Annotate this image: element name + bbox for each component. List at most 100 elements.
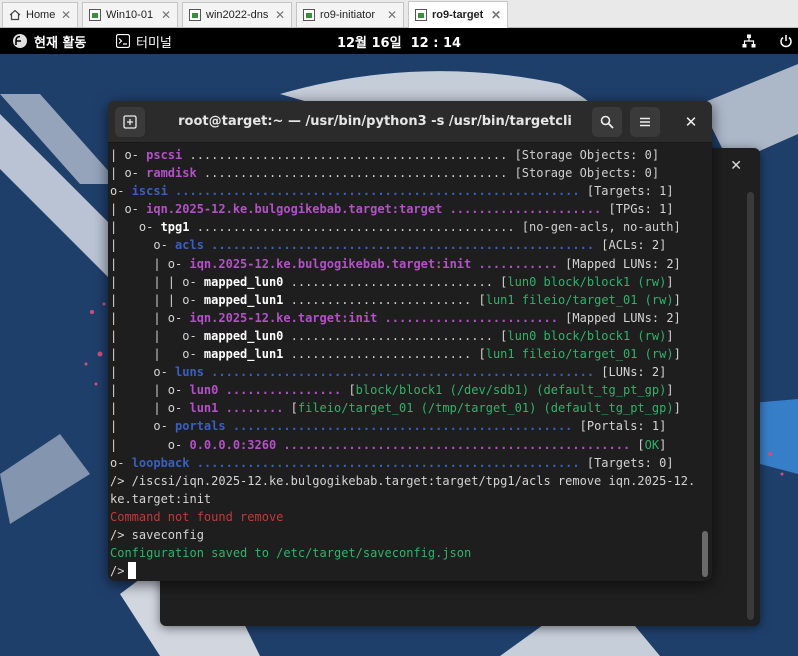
scrollbar[interactable] xyxy=(747,192,754,620)
terminal-text-segment: ........................................… xyxy=(203,238,602,253)
terminal-text-segment: | o- xyxy=(110,365,176,380)
terminal-text-segment: mapped_lun1 xyxy=(203,347,284,362)
terminal-line: | o- tpg1 ..............................… xyxy=(110,218,698,236)
terminal-text-segment: [Mapped LUNs: 2] xyxy=(565,310,681,325)
terminal-text-segment: [Portals: 1] xyxy=(579,419,667,434)
terminal-line: | o- ramdisk ...........................… xyxy=(110,164,698,182)
terminal-text-segment: lun0 block/block1 (rw) xyxy=(507,328,667,343)
terminal-text-segment: ........................................… xyxy=(189,455,587,470)
tab-label: Win10-01 xyxy=(106,9,154,21)
terminal-text-segment: | | o- xyxy=(110,347,204,362)
tab-ro9-initiator[interactable]: ro9-initiator ✕ xyxy=(296,2,404,27)
terminal-window[interactable]: root@target:~ — /usr/bin/python3 -s /usr… xyxy=(108,101,712,581)
gnome-top-bar: 현재 활동 터미널 12월 16일 12 : 14 xyxy=(0,28,798,54)
terminal-text-segment: o- xyxy=(110,455,132,470)
terminal-text-segment: loopback xyxy=(131,455,190,470)
terminal-text-segment: ........................................… xyxy=(167,184,587,199)
terminal-text-segment: [TPGs: 1] xyxy=(608,202,674,217)
scrollbar[interactable] xyxy=(702,531,708,577)
terminal-text-segment: | | | o- xyxy=(110,274,204,289)
terminal-line: Command not found remove xyxy=(110,508,698,526)
terminal-text-segment: ............................ xyxy=(283,274,501,289)
terminal-text-segment: Command not found remove xyxy=(110,509,284,524)
terminal-line: | | | o- mapped_lun1 ...................… xyxy=(110,291,698,309)
terminal-text-segment: lun0 block/block1 (rw) xyxy=(507,274,667,289)
close-button[interactable]: ✕ xyxy=(680,111,702,133)
tab-label: win2022-dns xyxy=(206,9,269,21)
app-menu-label: 터미널 xyxy=(136,35,172,51)
close-icon[interactable]: ✕ xyxy=(730,158,742,174)
terminal-text-segment: | | o- xyxy=(110,310,190,325)
terminal-line: | o- pscsi .............................… xyxy=(110,146,698,164)
terminal-output[interactable]: | o- pscsi .............................… xyxy=(108,143,698,581)
hamburger-menu-icon xyxy=(640,117,650,127)
search-button[interactable] xyxy=(592,107,622,137)
terminal-text-segment: | | | o- xyxy=(110,292,204,307)
close-icon[interactable]: ✕ xyxy=(275,9,285,21)
app-menu[interactable]: 터미널 xyxy=(116,28,172,54)
close-icon[interactable]: ✕ xyxy=(61,9,71,21)
terminal-text-segment: [ xyxy=(290,401,298,416)
terminal-line: | | o- mapped_lun0 .....................… xyxy=(110,327,698,345)
terminal-text-segment: ] xyxy=(673,347,681,362)
terminal-text-segment: ........................................… xyxy=(276,437,638,452)
new-tab-button[interactable] xyxy=(115,107,145,137)
terminal-text-segment: iqn.2025-12.ke.bulgogikebab.target:targe… xyxy=(146,202,443,217)
clock[interactable]: 12월 16일 12 : 14 xyxy=(337,32,461,51)
terminal-text-segment: [LUNs: 2] xyxy=(601,365,667,380)
terminal-text-segment: ] xyxy=(673,292,681,307)
terminal-line: /> /iscsi/iqn.2025-12.ke.bulgogikebab.ta… xyxy=(110,472,698,490)
terminal-line: Configuration saved to /etc/target/savec… xyxy=(110,544,698,562)
terminal-text-segment: lun0 xyxy=(189,383,219,398)
terminal-text-segment: [ xyxy=(478,292,486,307)
terminal-text-segment: luns xyxy=(175,365,204,380)
terminal-text-segment: tpg1 xyxy=(160,220,190,235)
power-icon[interactable] xyxy=(779,28,793,54)
terminal-line: | | o- lun1 ........ [fileio/target_01 (… xyxy=(110,399,698,417)
terminal-text-segment: [ACLs: 2] xyxy=(601,238,667,253)
terminal-text-segment: | | o- xyxy=(110,401,190,416)
menu-button[interactable] xyxy=(630,107,660,137)
terminal-text-segment: | o- xyxy=(110,238,176,253)
activities-label: 현재 활동 xyxy=(34,35,87,51)
close-icon[interactable]: ✕ xyxy=(161,9,171,21)
terminal-text-segment: | o- xyxy=(110,166,147,181)
search-icon xyxy=(600,115,614,129)
terminal-text-segment: acls xyxy=(175,238,204,253)
terminal-text-segment: ..................... xyxy=(442,202,609,217)
tab-win2022-dns[interactable]: win2022-dns ✕ xyxy=(182,2,292,27)
terminal-text-segment: | o- xyxy=(110,419,176,434)
terminal-text-segment: o- xyxy=(110,184,132,199)
terminal-line: | | o- lun0 ................ [block/bloc… xyxy=(110,381,698,399)
terminal-line: ke.target:init xyxy=(110,490,698,508)
terminal-line: | o- portals ...........................… xyxy=(110,417,698,435)
terminal-line: | | | o- mapped_lun0 ...................… xyxy=(110,273,698,291)
terminal-line: o- iscsi ...............................… xyxy=(110,182,698,200)
terminal-text-segment: [Targets: 1] xyxy=(586,184,674,199)
terminal-text-segment: portals xyxy=(175,419,226,434)
terminal-line: | o- acls ..............................… xyxy=(110,236,698,254)
terminal-text-segment: ] xyxy=(666,383,674,398)
close-icon[interactable]: ✕ xyxy=(387,9,397,21)
terminal-text-segment: ramdisk xyxy=(146,166,197,181)
terminal-text-segment: ke.target:init xyxy=(110,491,212,506)
terminal-line: o- loopback ............................… xyxy=(110,454,698,472)
activities-button[interactable]: 현재 활동 xyxy=(12,28,86,54)
terminal-text-segment: mapped_lun1 xyxy=(203,292,284,307)
terminal-icon xyxy=(116,34,130,48)
terminal-text-segment: Configuration saved to /etc/target/savec… xyxy=(110,546,472,561)
terminal-text-segment: ......................... xyxy=(283,347,479,362)
terminal-text-segment: ........................................… xyxy=(225,419,580,434)
home-icon xyxy=(9,9,21,21)
network-icon[interactable] xyxy=(742,28,756,54)
terminal-text-segment: ] xyxy=(659,437,667,452)
terminal-text-segment: ........................................… xyxy=(203,365,602,380)
tab-win10-01[interactable]: Win10-01 ✕ xyxy=(82,2,178,27)
tab-label: Home xyxy=(26,9,56,21)
tab-home[interactable]: Home ✕ xyxy=(2,2,78,27)
terminal-line: | o- luns ..............................… xyxy=(110,363,698,381)
close-icon[interactable]: ✕ xyxy=(491,9,501,21)
tab-ro9-target[interactable]: ro9-target ✕ xyxy=(408,1,508,28)
terminal-text-segment: | o- xyxy=(110,437,190,452)
terminal-text-segment: ................ xyxy=(218,383,349,398)
